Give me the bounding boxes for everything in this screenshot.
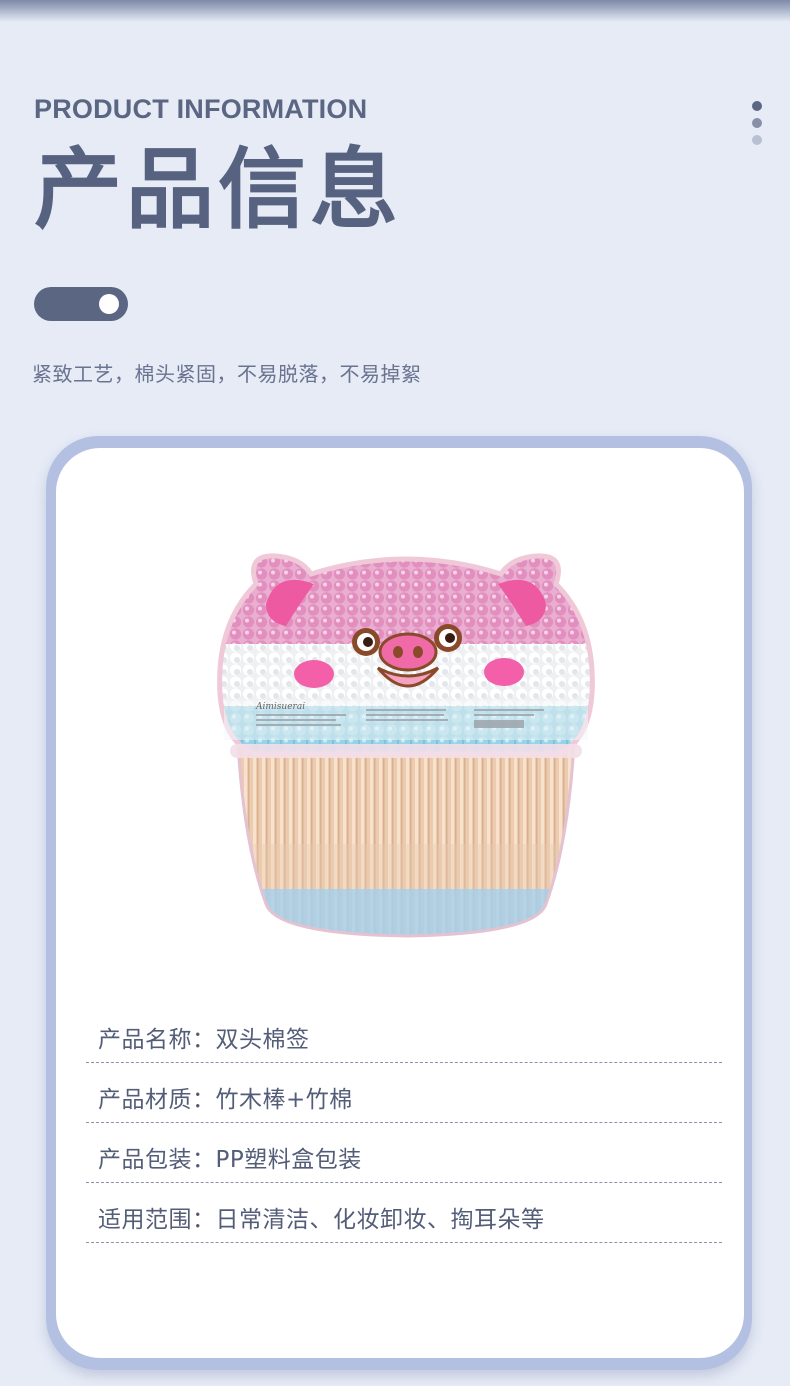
info-product-name: 产品名称：双头棉签 xyxy=(98,1027,310,1053)
product-card-inner: Aimisuerai 产品名称：双头棉签 产品材质：竹木棒+竹棉 产品包装：PP… xyxy=(56,448,744,1358)
info-product-material: 产品材质：竹木棒+竹棉 xyxy=(98,1087,353,1113)
dot-light xyxy=(752,135,762,145)
info-product-usage: 适用范围：日常清洁、化妆卸妆、掏耳朵等 xyxy=(98,1207,545,1233)
info-row-usage: 适用范围：日常清洁、化妆卸妆、掏耳朵等 xyxy=(86,1186,722,1243)
english-section-title: PRODUCT INFORMATION xyxy=(34,94,368,124)
chinese-section-title: 产品信息 xyxy=(34,138,403,241)
info-product-packaging: 产品包装：PP塑料盒包装 xyxy=(98,1147,362,1173)
decorative-toggle-icon xyxy=(34,287,128,321)
more-menu-icon xyxy=(752,101,766,152)
cotton-swab-box-image: Aimisuerai xyxy=(217,553,595,938)
info-row-material: 产品材质：竹木棒+竹棉 xyxy=(86,1066,722,1123)
info-row-name: 产品名称：双头棉签 xyxy=(86,1006,722,1063)
product-card: Aimisuerai 产品名称：双头棉签 产品材质：竹木棒+竹棉 产品包装：PP… xyxy=(46,436,752,1370)
info-row-packaging: 产品包装：PP塑料盒包装 xyxy=(86,1126,722,1183)
top-shadow-band xyxy=(0,0,790,22)
brand-label: Aimisuerai xyxy=(255,702,305,712)
dot-mid xyxy=(752,118,762,128)
toggle-knob xyxy=(99,294,119,314)
dot-dark xyxy=(752,101,762,111)
product-tagline: 紧致工艺，棉头紧固，不易脱落，不易掉絮 xyxy=(32,362,422,386)
